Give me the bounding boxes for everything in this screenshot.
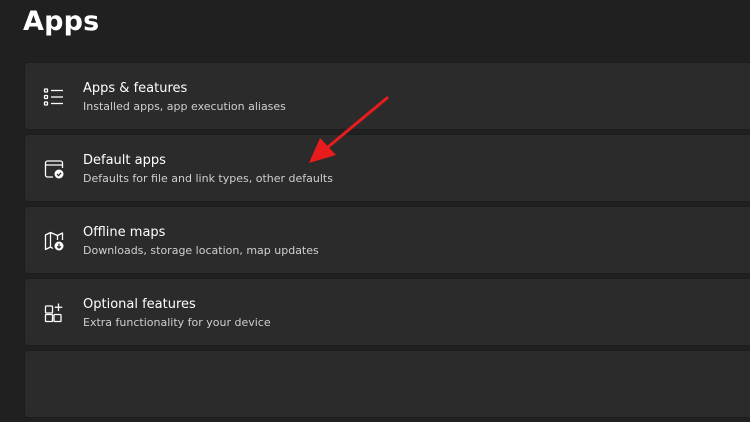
- setting-row-offline-maps[interactable]: Offline maps Downloads, storage location…: [24, 206, 750, 274]
- row-subtitle: Installed apps, app execution aliases: [83, 100, 286, 113]
- row-text: Apps & features Installed apps, app exec…: [83, 80, 286, 115]
- row-text: Offline maps Downloads, storage location…: [83, 224, 319, 259]
- setting-row-optional-features[interactable]: Optional features Extra functionality fo…: [24, 278, 750, 346]
- default-apps-icon: [42, 157, 66, 181]
- row-subtitle: Downloads, storage location, map updates: [83, 244, 319, 257]
- setting-row-apps-features[interactable]: Apps & features Installed apps, app exec…: [24, 62, 750, 130]
- row-subtitle: Extra functionality for your device: [83, 316, 271, 329]
- settings-list: Apps & features Installed apps, app exec…: [24, 62, 750, 422]
- row-text: Default apps Defaults for file and link …: [83, 152, 333, 187]
- page-title: Apps: [23, 6, 100, 37]
- row-title: Apps & features: [83, 81, 188, 96]
- list-icon: [42, 85, 66, 109]
- setting-row-partial[interactable]: [24, 350, 750, 418]
- row-text: Optional features Extra functionality fo…: [83, 296, 271, 331]
- row-title: Optional features: [83, 297, 196, 312]
- setting-row-default-apps[interactable]: Default apps Defaults for file and link …: [24, 134, 750, 202]
- map-download-icon: [42, 229, 66, 253]
- row-title: Offline maps: [83, 225, 166, 240]
- row-subtitle: Defaults for file and link types, other …: [83, 172, 333, 185]
- optional-features-icon: [42, 301, 66, 325]
- row-title: Default apps: [83, 153, 166, 168]
